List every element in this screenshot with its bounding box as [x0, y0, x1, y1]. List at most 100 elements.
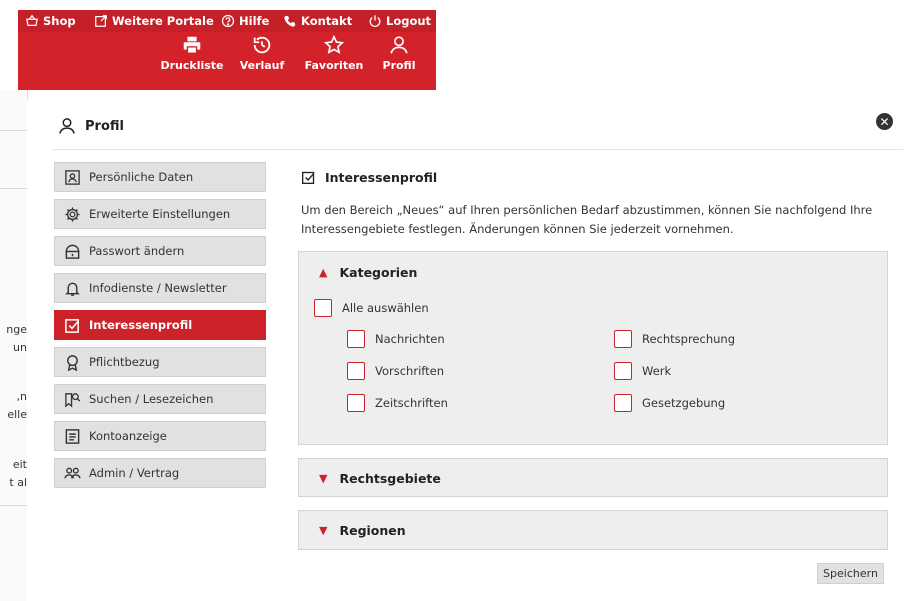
rechtsgebiete-panel[interactable]: ▼ Rechtsgebiete — [298, 458, 888, 497]
help-icon — [221, 14, 235, 28]
background-text: t al — [9, 476, 27, 489]
award-icon — [67, 354, 78, 371]
sidebar-item-label: Erweiterte Einstellungen — [89, 207, 231, 221]
checkbox-label: Gesetzgebung — [642, 396, 726, 410]
sidebar-item-label: Admin / Vertrag — [89, 466, 180, 480]
sidebar-item-kontoanzeige[interactable]: Kontoanzeige — [54, 421, 266, 451]
sidebar-item-erweiterte-einstellungen[interactable]: Erweiterte Einstellungen — [54, 199, 266, 229]
vorschriften-checkbox[interactable]: Vorschriften — [347, 362, 444, 380]
checkbox-box[interactable] — [347, 330, 365, 348]
select-all-label: Alle auswählen — [342, 301, 429, 315]
werk-checkbox[interactable]: Werk — [614, 362, 671, 380]
background-divider — [0, 188, 27, 189]
description-text: Um den Bereich „Neues“ auf Ihren persönl… — [301, 203, 873, 236]
chevron-down-icon: ▼ — [319, 524, 328, 537]
checkbox-icon — [65, 318, 80, 333]
close-button[interactable]: ✕ — [876, 113, 893, 130]
lock-icon — [65, 244, 80, 259]
checkbox-icon — [302, 171, 315, 184]
save-button[interactable]: Speichern — [817, 563, 884, 584]
verlauf-button[interactable]: Verlauf — [232, 34, 292, 72]
sidebar-item-pflichtbezug[interactable]: Pflichtbezug — [54, 347, 266, 377]
background-text: elle — [7, 408, 27, 421]
rechtsgebiete-title: Rechtsgebiete — [339, 471, 441, 486]
sidebar-item-label: Suchen / Lesezeichen — [89, 392, 214, 406]
gear-icon — [65, 206, 80, 222]
hilfe-link[interactable]: Hilfe — [221, 14, 269, 28]
checkbox-box[interactable] — [614, 394, 632, 412]
sidebar-item-label: Interessenprofil — [89, 318, 193, 332]
checkbox-box[interactable] — [347, 362, 365, 380]
sidebar-item-label: Kontoanzeige — [89, 429, 167, 443]
sidebar-item-label: Pflichtbezug — [89, 355, 160, 369]
checkbox-label: Vorschriften — [375, 364, 444, 378]
shop-label: Shop — [43, 14, 76, 28]
sidebar-item-admin-vertrag[interactable]: Admin / Vertrag — [54, 458, 266, 488]
modal-title: Profil — [57, 116, 124, 136]
logout-link[interactable]: Logout — [368, 14, 431, 28]
regionen-panel[interactable]: ▼ Regionen — [298, 510, 888, 550]
profil-button[interactable]: Profil — [369, 34, 429, 72]
external-link-icon — [95, 15, 107, 27]
checkbox-box[interactable] — [314, 299, 332, 317]
section-title-text: Interessenprofil — [325, 170, 438, 185]
top-links: Shop Weitere Portale Hilfe Kontakt Logou… — [18, 10, 436, 32]
sidebar-item-label: Infodienste / Newsletter — [89, 281, 227, 295]
kategorien-title: Kategorien — [339, 265, 418, 280]
kontakt-link[interactable]: Kontakt — [283, 14, 352, 28]
id-card-icon — [65, 169, 80, 185]
checkbox-label: Nachrichten — [375, 332, 445, 346]
background-text: eit — [12, 458, 27, 471]
sidebar-item-persoenliche-daten[interactable]: Persönliche Daten — [54, 162, 266, 192]
checkbox-box[interactable] — [614, 362, 632, 380]
checkbox-label: Werk — [642, 364, 672, 378]
sidebar-item-infodienste[interactable]: Infodienste / Newsletter — [54, 273, 266, 303]
favoriten-label: Favoriten — [304, 59, 364, 72]
kategorien-header[interactable]: ▲ Kategorien — [319, 265, 417, 280]
nachrichten-checkbox[interactable]: Nachrichten — [347, 330, 445, 348]
background-page-strip: nge un n, elle eit t al — [0, 90, 28, 601]
rechtsprechung-checkbox[interactable]: Rechtsprechung — [614, 330, 735, 348]
select-all-checkbox[interactable]: Alle auswählen — [314, 299, 429, 317]
druckliste-label: Druckliste — [160, 59, 224, 72]
gesetzgebung-checkbox[interactable]: Gesetzgebung — [614, 394, 725, 412]
chevron-up-icon: ▲ — [319, 266, 328, 279]
sidebar-item-label: Passwort ändern — [89, 244, 185, 258]
profil-label: Profil — [382, 59, 416, 72]
kontakt-label: Kontakt — [301, 14, 353, 28]
checkbox-box[interactable] — [347, 394, 365, 412]
background-text: n, — [16, 390, 27, 403]
users-icon — [64, 467, 81, 478]
sidebar-item-suchen-lesezeichen[interactable]: Suchen / Lesezeichen — [54, 384, 266, 414]
profil-modal: Profil ✕ Persönliche Daten Erweiterte Ei… — [27, 100, 906, 601]
weitere-portale-link[interactable]: Weitere Portale — [94, 14, 214, 28]
user-icon — [59, 118, 75, 134]
regionen-header[interactable]: ▼ Regionen — [319, 523, 406, 538]
document-icon — [65, 428, 80, 444]
background-divider — [0, 130, 27, 131]
sidebar-item-interessenprofil[interactable]: Interessenprofil — [54, 310, 266, 340]
chevron-down-icon: ▼ — [319, 472, 328, 485]
history-icon — [253, 36, 271, 54]
section-title: Interessenprofil — [301, 170, 437, 185]
checkbox-label: Rechtsprechung — [642, 332, 735, 346]
sidebar-item-passwort-aendern[interactable]: Passwort ändern — [54, 236, 266, 266]
top-navigation-bar: Shop Weitere Portale Hilfe Kontakt Logou… — [18, 10, 436, 90]
kategorien-panel: ▲ Kategorien Alle auswählen Nachrichten … — [298, 251, 888, 445]
shop-link[interactable]: Shop — [25, 14, 76, 28]
background-text: un — [13, 341, 27, 354]
user-icon — [390, 36, 408, 54]
favoriten-button[interactable]: Favoriten — [304, 34, 364, 72]
printer-icon — [183, 36, 201, 54]
rechtsgebiete-header[interactable]: ▼ Rechtsgebiete — [319, 471, 441, 486]
sidebar-item-label: Persönliche Daten — [89, 170, 194, 184]
druckliste-button[interactable]: Druckliste — [160, 34, 224, 72]
star-icon — [323, 34, 345, 54]
checkbox-box[interactable] — [614, 330, 632, 348]
power-icon — [369, 15, 381, 27]
zeitschriften-checkbox[interactable]: Zeitschriften — [347, 394, 448, 412]
weitere-portale-label: Weitere Portale — [112, 14, 214, 28]
modal-divider — [53, 149, 903, 150]
checkbox-label: Zeitschriften — [375, 396, 448, 410]
hilfe-label: Hilfe — [239, 14, 270, 28]
